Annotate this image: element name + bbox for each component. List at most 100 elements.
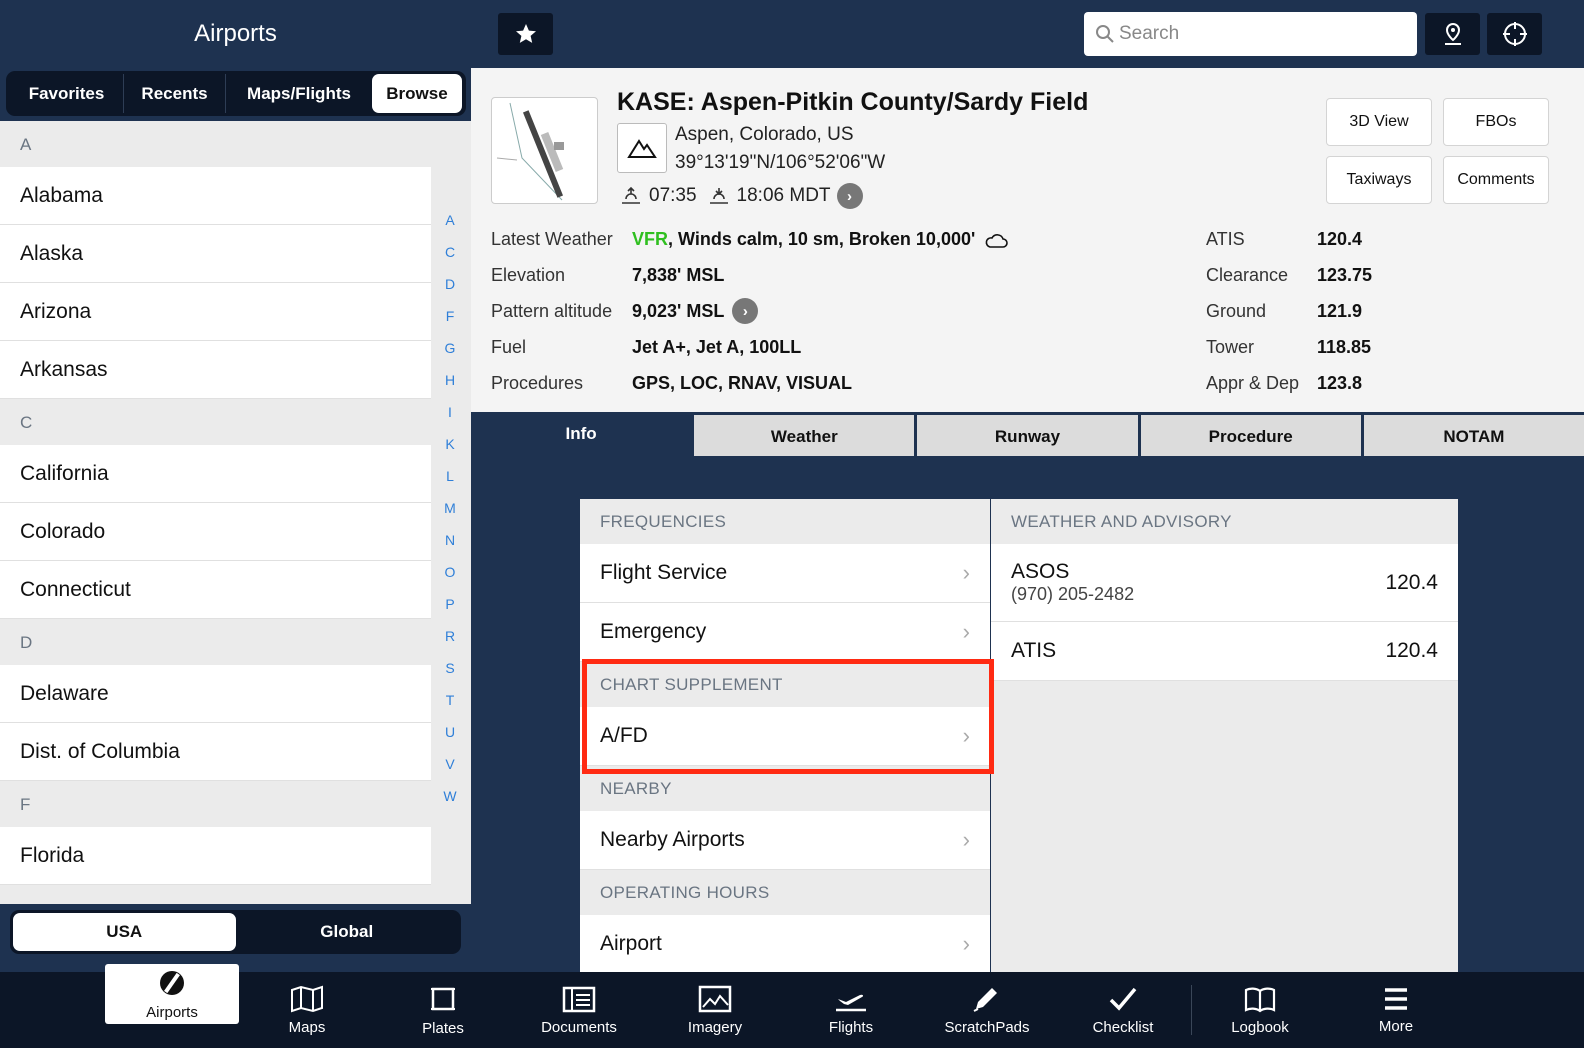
index-letter[interactable]: C [438,244,462,276]
index-letter[interactable]: V [438,756,462,788]
state-list[interactable]: A Alabama Alaska Arizona Arkansas C Cali… [0,121,431,904]
list-item-asos[interactable]: ASOS (970) 205-2482 120.4 [991,544,1458,622]
tab-browse[interactable]: Browse [372,74,462,113]
more-icon [1385,987,1407,1010]
index-letter[interactable]: H [438,372,462,404]
pattern-altitude-detail-button[interactable]: › [732,298,759,324]
list-item[interactable]: Arizona [0,283,431,341]
index-letter[interactable]: A [438,212,462,244]
logbook-icon [1244,987,1276,1012]
locate-button[interactable] [1487,13,1542,55]
index-letter[interactable]: R [438,628,462,660]
favorite-button[interactable] [498,13,553,55]
chevron-right-icon: › [962,560,970,585]
fuel-value: Jet A+, Jet A, 100LL [632,337,802,357]
3d-view-button[interactable]: 3D View [1326,98,1432,146]
list-item-emergency[interactable]: Emergency › [580,603,990,662]
region-usa[interactable]: USA [13,913,236,951]
terrain-button[interactable] [617,123,667,173]
list-item[interactable]: Florida [0,827,431,885]
list-item[interactable]: Alabama [0,167,431,225]
list-item[interactable]: Dist. of Columbia [0,723,431,781]
search-input[interactable]: Search [1084,12,1417,56]
freq-label: Clearance [1206,265,1289,285]
tab-maps-flights[interactable]: Maps/Flights [226,74,372,113]
nav-maps[interactable]: Maps [239,972,375,1048]
section-header-nearby: NEARBY [600,779,672,798]
comments-button[interactable]: Comments [1443,156,1549,204]
list-item[interactable]: Arkansas [0,341,431,399]
nav-label: Imagery [687,1018,743,1036]
index-letter[interactable]: K [438,436,462,468]
index-letter[interactable]: F [438,308,462,340]
section-header-a: A [0,121,431,167]
index-letter[interactable]: M [438,500,462,532]
advisory-name: ATIS [1011,639,1057,662]
sunrise-icon [622,186,640,204]
nav-documents[interactable]: Documents [511,972,647,1048]
index-letter[interactable]: D [438,276,462,308]
list-item[interactable]: Colorado [0,503,431,561]
index-letter[interactable]: P [438,596,462,628]
nav-label: Documents [541,1018,617,1036]
index-letter[interactable]: I [438,404,462,436]
region-segmented-control: USA Global [10,910,461,954]
alphabet-index[interactable]: A C D F G H I K L M N O P R S T U V W [438,212,462,820]
mountain-icon [627,139,657,158]
advisory-name: ASOS [1011,560,1070,583]
airport-location: Aspen, Colorado, US [675,124,854,145]
tab-procedure[interactable]: Procedure [1137,415,1361,459]
latest-weather-value[interactable]: VFR, Winds calm, 10 sm, Broken 10,000' [632,229,1009,250]
fbos-button[interactable]: FBOs [1443,98,1549,146]
nav-flights[interactable]: Flights [783,972,919,1048]
index-letter[interactable]: U [438,724,462,756]
list-item-atis[interactable]: ATIS 120.4 [991,622,1458,681]
nav-logbook[interactable]: Logbook [1192,972,1328,1048]
sun-times-detail-button[interactable]: › [836,183,863,209]
info-label: Fuel [491,337,527,357]
index-letter[interactable]: S [438,660,462,692]
chevron-right-icon: › [962,723,970,748]
taxiways-button[interactable]: Taxiways [1326,156,1432,204]
nav-scratchpads[interactable]: ScratchPads [919,972,1055,1048]
region-footer: USA Global [0,904,471,972]
list-item[interactable]: Connecticut [0,561,431,619]
list-item-flight-service[interactable]: Flight Service › [580,544,990,603]
index-letter[interactable]: W [438,788,462,820]
list-item[interactable]: California [0,445,431,503]
nav-plates[interactable]: Plates [375,972,511,1048]
row-label: Airport [600,932,662,955]
nav-more[interactable]: More [1328,972,1464,1048]
index-letter[interactable]: N [438,532,462,564]
index-letter[interactable]: L [438,468,462,500]
tab-favorites[interactable]: Favorites [10,74,124,113]
sunrise-time: 07:35 [649,185,697,206]
tab-weather[interactable]: Weather [691,415,915,459]
list-item-nearby-airports[interactable]: Nearby Airports › [580,811,990,870]
list-item[interactable]: Alaska [0,225,431,283]
tab-runway[interactable]: Runway [914,415,1138,459]
nav-checklist[interactable]: Checklist [1055,972,1191,1048]
region-global[interactable]: Global [236,913,459,951]
nav-label: ScratchPads [944,1018,1030,1036]
list-item[interactable]: Delaware [0,665,431,723]
nav-label: Checklist [1092,1018,1154,1036]
advisory-phone[interactable]: (970) 205-2482 [1011,584,1134,605]
procedures-value: GPS, LOC, RNAV, VISUAL [632,373,853,393]
airport-coordinates: 39°13'19"N/106°52'06"W [675,152,886,173]
index-letter[interactable]: T [438,692,462,724]
weather-summary: , Winds calm, 10 sm, Broken 10,000' [668,229,976,249]
list-item-airport-hours[interactable]: Airport › [580,915,990,972]
weather-advisory-panel: WEATHER AND ADVISORY ASOS (970) 205-2482… [991,499,1458,972]
tab-recents[interactable]: Recents [124,74,226,113]
index-letter[interactable]: G [438,340,462,372]
tab-info[interactable]: Info [471,412,692,456]
index-letter[interactable]: O [438,564,462,596]
freq-label: Tower [1206,337,1255,357]
airport-diagram-thumbnail[interactable] [491,97,598,204]
nav-airports[interactable]: Airports [105,964,239,1024]
nav-imagery[interactable]: Imagery [647,972,783,1048]
map-pin-button[interactable] [1425,13,1480,55]
list-item-afd[interactable]: A/FD › [580,707,990,766]
tab-notam[interactable]: NOTAM [1360,415,1584,459]
